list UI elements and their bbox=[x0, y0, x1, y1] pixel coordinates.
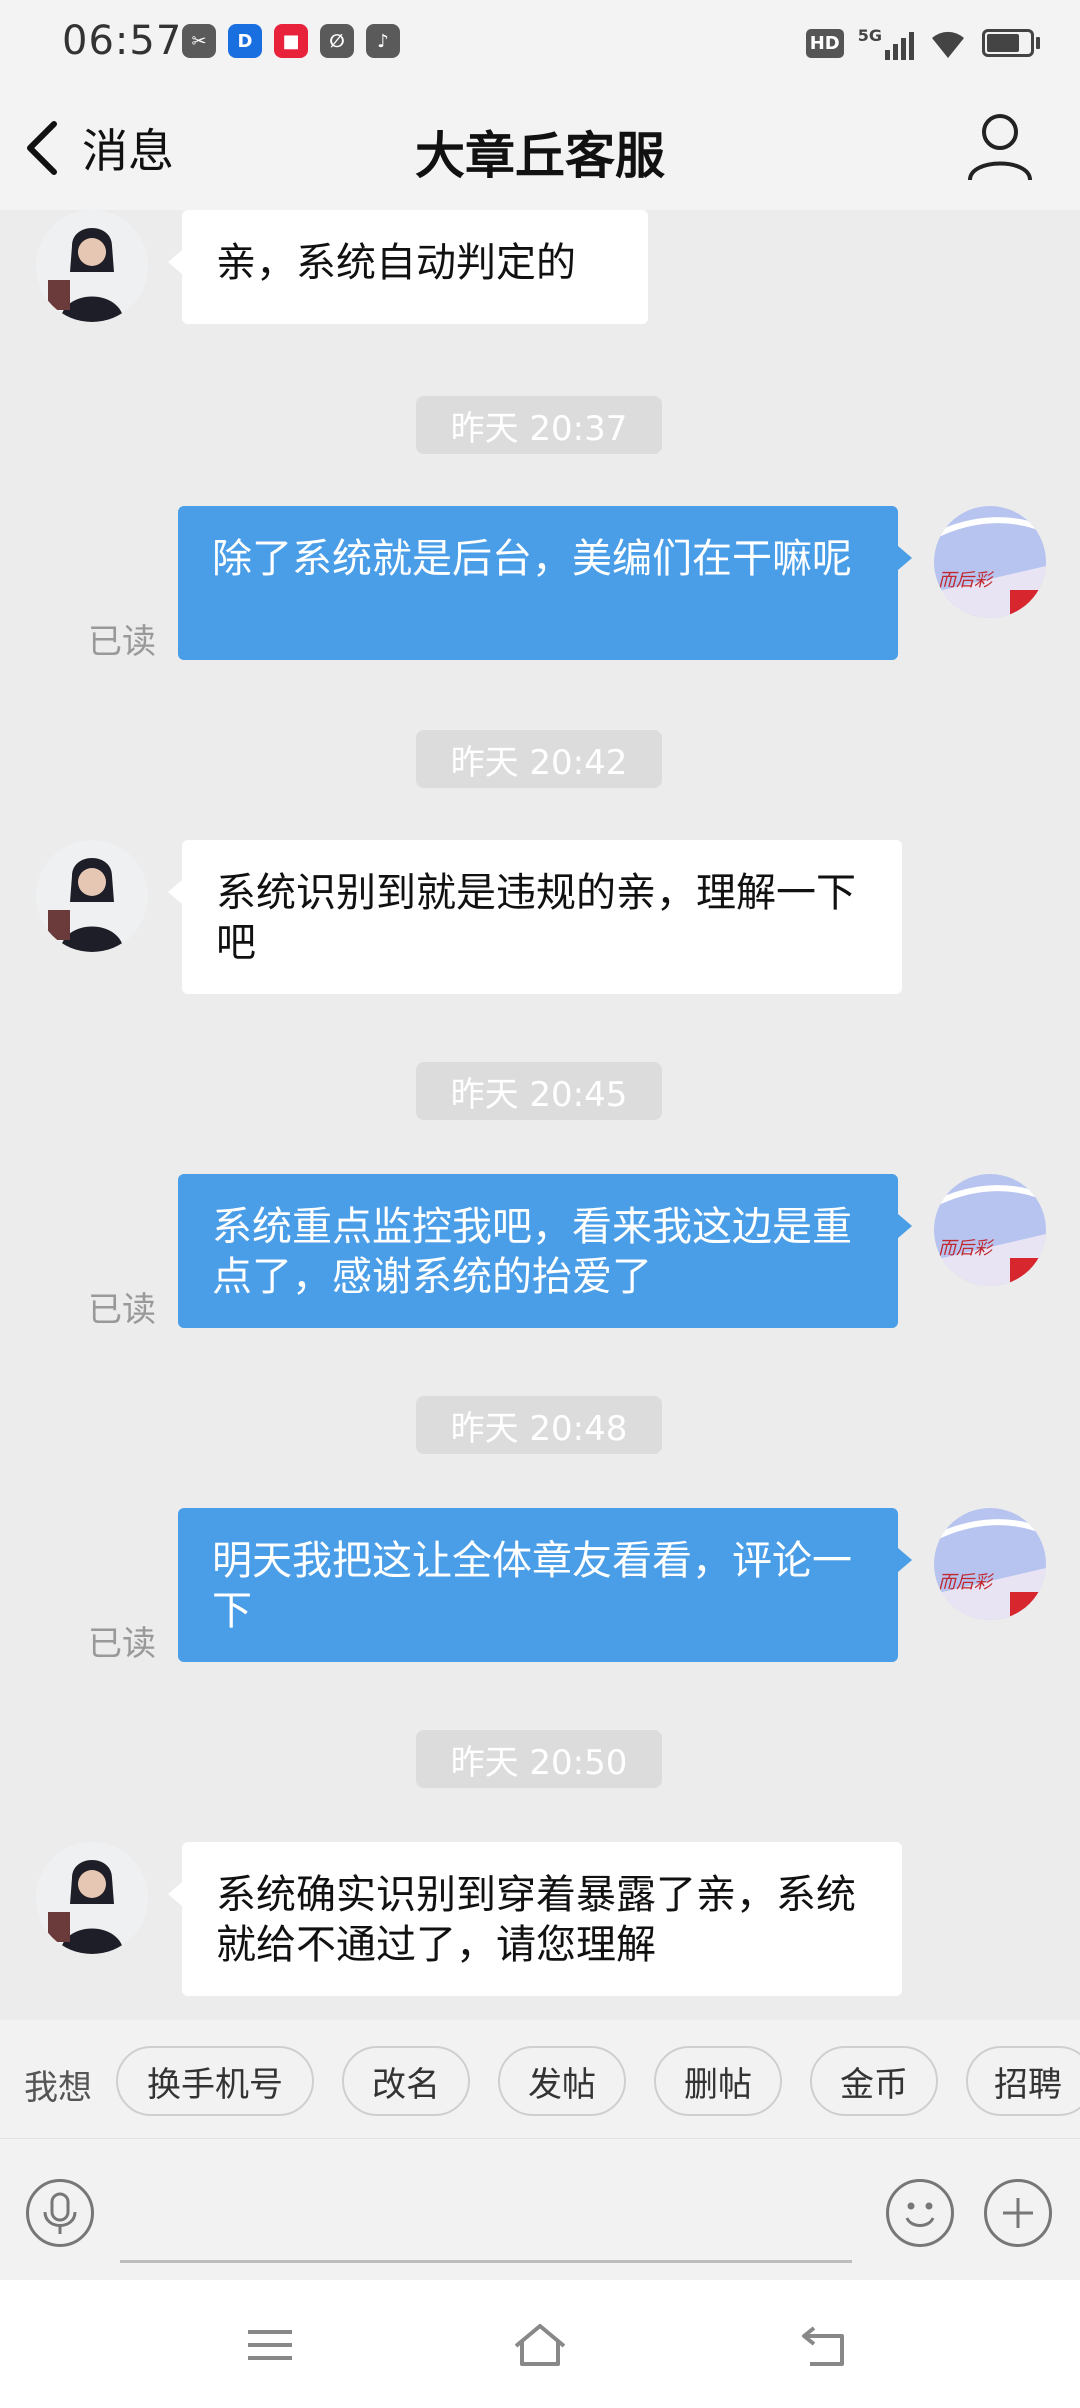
user-avatar[interactable]: 而后彩 bbox=[934, 506, 1046, 618]
microphone-icon bbox=[43, 2192, 77, 2234]
system-nav-bar bbox=[0, 2280, 1080, 2408]
signal-icon: 5G bbox=[858, 26, 914, 60]
message-text: 系统确实识别到穿着暴露了亲，系统就给不通过了，请您理解 bbox=[216, 1872, 856, 1968]
message-input-bar bbox=[0, 2138, 1080, 2280]
agent-avatar[interactable] bbox=[36, 840, 148, 952]
scissors-app-icon: ✂ bbox=[182, 24, 216, 58]
quick-reply-chip[interactable]: 换手机号 bbox=[116, 2046, 314, 2116]
timestamp: 昨天 20:42 bbox=[416, 730, 662, 788]
quick-reply-chip[interactable]: 改名 bbox=[342, 2046, 470, 2116]
quick-reply-chip[interactable]: 发帖 bbox=[498, 2046, 626, 2116]
message-bubble-incoming: 亲，系统自动判定的 bbox=[168, 210, 648, 324]
hd-icon: HD bbox=[805, 28, 844, 58]
message-text: 系统重点监控我吧，看来我这边是重点了，感谢系统的抬爱了 bbox=[212, 1204, 852, 1300]
message-bubble-outgoing: 明天我把这让全体章友看看，评论一下 bbox=[178, 1508, 912, 1662]
message-input[interactable] bbox=[120, 2167, 852, 2263]
timestamp: 昨天 20:37 bbox=[416, 396, 662, 454]
message-bubble-incoming: 系统确实识别到穿着暴露了亲，系统就给不通过了，请您理解 bbox=[168, 1842, 902, 1996]
timestamp: 昨天 20:48 bbox=[416, 1396, 662, 1454]
notification-icons: ✂ D ■ ∅ ♪ bbox=[182, 24, 400, 58]
timestamp: 昨天 20:45 bbox=[416, 1062, 662, 1120]
page-title: 大章丘客服 bbox=[415, 127, 665, 185]
system-icons: HD 5G bbox=[805, 26, 1040, 60]
chat-header: 消息 大章丘客服 bbox=[0, 86, 1080, 210]
read-status: 已读 bbox=[88, 1290, 156, 1330]
red-app-icon: ■ bbox=[274, 24, 308, 58]
timestamp: 昨天 20:50 bbox=[416, 1730, 662, 1788]
quick-reply-bar: 我想 换手机号 改名 发帖 删帖 金币 招聘 bbox=[0, 2020, 1080, 2138]
message-bubble-incoming: 系统识别到就是违规的亲，理解一下吧 bbox=[168, 840, 902, 994]
message-list[interactable]: 亲，系统自动判定的 昨天 20:37 已读 除了系统就是后台，美编们在干嘛呢 而… bbox=[0, 210, 1080, 2020]
message-text: 除了系统就是后台，美编们在干嘛呢 bbox=[212, 536, 852, 582]
smiley-icon bbox=[905, 2202, 935, 2227]
agent-avatar[interactable] bbox=[36, 210, 148, 322]
leaf-app-icon: ∅ bbox=[320, 24, 354, 58]
quick-reply-chip[interactable]: 删帖 bbox=[654, 2046, 782, 2116]
agent-avatar[interactable] bbox=[36, 1842, 148, 1954]
home-icon[interactable] bbox=[510, 2320, 570, 2370]
user-avatar[interactable]: 而后彩 bbox=[934, 1508, 1046, 1620]
d-app-icon: D bbox=[228, 24, 262, 58]
menu-icon[interactable] bbox=[240, 2320, 300, 2370]
emoji-button[interactable] bbox=[886, 2179, 954, 2247]
back-nav-icon[interactable] bbox=[796, 2320, 856, 2370]
message-text: 系统识别到就是违规的亲，理解一下吧 bbox=[216, 870, 856, 966]
music-app-icon: ♪ bbox=[366, 24, 400, 58]
status-time: 06:57 bbox=[62, 18, 183, 64]
voice-button[interactable] bbox=[26, 2179, 94, 2247]
battery-icon bbox=[982, 29, 1040, 57]
quick-reply-chip[interactable]: 招聘 bbox=[966, 2046, 1080, 2116]
status-bar: 06:57 ✂ D ■ ∅ ♪ HD 5G bbox=[0, 0, 1080, 86]
plus-icon bbox=[1003, 2198, 1033, 2228]
message-bubble-outgoing: 除了系统就是后台，美编们在干嘛呢 bbox=[178, 506, 912, 660]
message-text: 明天我把这让全体章友看看，评论一下 bbox=[212, 1538, 852, 1634]
message-text: 亲，系统自动判定的 bbox=[216, 240, 576, 286]
read-status: 已读 bbox=[88, 1624, 156, 1664]
wifi-icon bbox=[932, 31, 964, 58]
more-button[interactable] bbox=[984, 2179, 1052, 2247]
quick-reply-prefix: 我想 bbox=[24, 2068, 92, 2108]
user-avatar[interactable]: 而后彩 bbox=[934, 1174, 1046, 1286]
svg-text:而后彩: 而后彩 bbox=[938, 570, 995, 591]
quick-reply-chip[interactable]: 金币 bbox=[810, 2046, 938, 2116]
read-status: 已读 bbox=[88, 622, 156, 662]
svg-text:而后彩: 而后彩 bbox=[938, 1238, 995, 1259]
message-bubble-outgoing: 系统重点监控我吧，看来我这边是重点了，感谢系统的抬爱了 bbox=[178, 1174, 912, 1328]
network-type: 5G bbox=[857, 26, 882, 45]
svg-text:而后彩: 而后彩 bbox=[938, 1572, 995, 1593]
user-profile-icon[interactable] bbox=[964, 110, 1036, 182]
